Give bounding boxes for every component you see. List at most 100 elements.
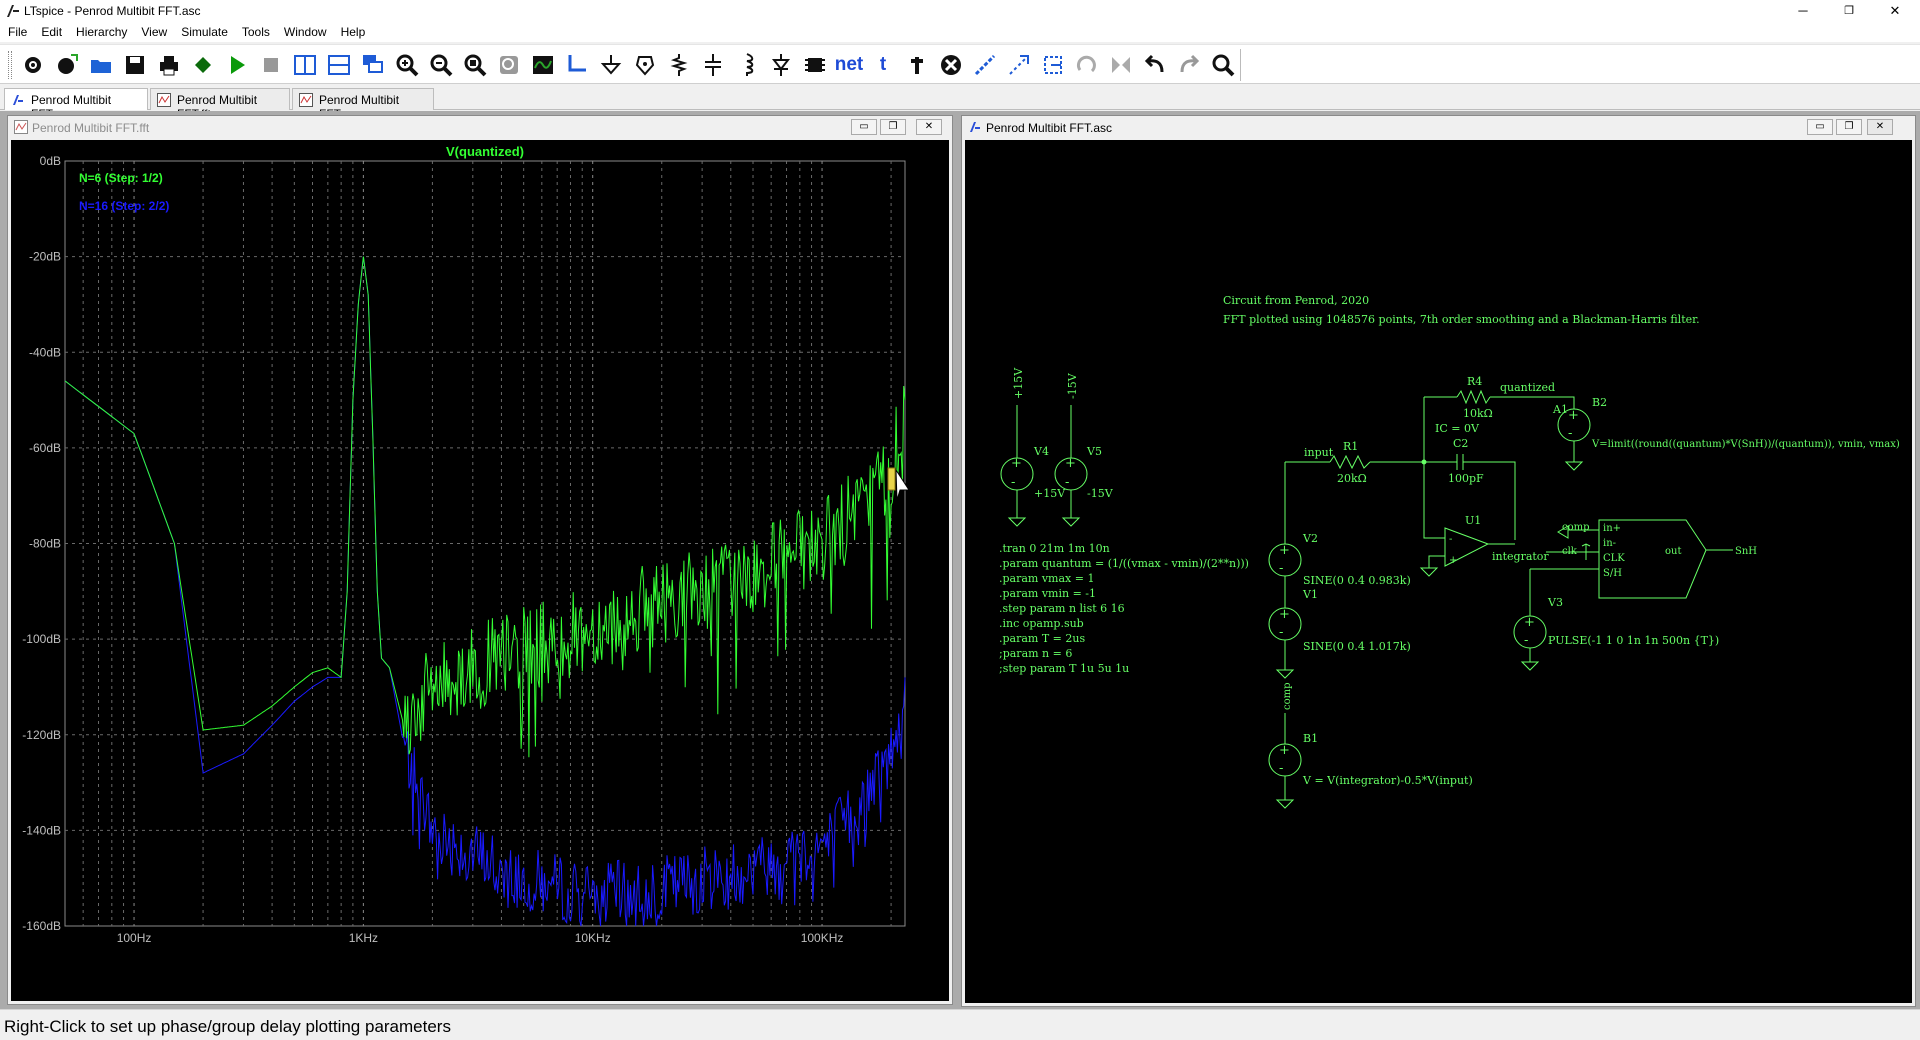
tile-horizontal-tool-button[interactable] [322, 49, 356, 81]
svg-text:+: + [1279, 543, 1290, 558]
undo-icon [1144, 54, 1164, 73]
zoom-in-tool-button[interactable] [390, 49, 424, 81]
autorange-tool-button[interactable] [526, 49, 560, 81]
netname-tool-button[interactable]: net [832, 49, 866, 81]
zoom-out-tool-button[interactable] [424, 49, 458, 81]
resistor-r4[interactable] [1456, 389, 1491, 405]
tile-vertical-tool-button[interactable] [288, 49, 322, 81]
menu-edit[interactable]: Edit [33, 22, 68, 39]
run-tool-button[interactable] [220, 49, 254, 81]
menu-view[interactable]: View [133, 22, 173, 39]
component-tool-button[interactable] [798, 49, 832, 81]
opamp-u1[interactable]: - + [1444, 527, 1490, 567]
drag-tool-button[interactable] [1036, 49, 1070, 81]
maximize-button[interactable]: ❐ [1826, 0, 1872, 22]
schematic-drawing[interactable]: Circuit from Penrod, 2020 FFT plotted us… [965, 140, 1914, 1005]
halt-tool-button[interactable] [186, 49, 220, 81]
tile-vertical-icon [294, 55, 316, 75]
mirror-tool-button[interactable] [1104, 49, 1138, 81]
directive-line: .param vmax = 1 [999, 572, 1094, 585]
menu-window[interactable]: Window [276, 22, 333, 39]
close-button[interactable]: ✕ [1872, 0, 1918, 22]
fft-maximize-button[interactable]: ❐ [880, 119, 906, 135]
open-tool-button[interactable] [84, 49, 118, 81]
toolbar-grip[interactable] [8, 51, 12, 79]
pin-inplus: in+ [1603, 523, 1621, 534]
undo-tool-button[interactable] [1138, 49, 1172, 81]
menu-help[interactable]: Help [333, 22, 372, 39]
netname-icon: net [834, 54, 864, 75]
ltspice-logo-icon [7, 5, 19, 17]
spice-directives[interactable]: .tran 0 21m 1m 10n .param quantum = (1/(… [999, 542, 1249, 675]
redo-tool-button[interactable] [1172, 49, 1206, 81]
zoom-full-tool-button[interactable] [458, 49, 492, 81]
x-tick-label: 1KHz [349, 931, 378, 945]
capacitor-tool-button[interactable] [696, 49, 730, 81]
text-tool-button[interactable]: t [866, 49, 900, 81]
legend-entry[interactable]: N=6 (Step: 1/2) [79, 171, 163, 185]
rotate-tool-button[interactable] [1070, 49, 1104, 81]
voltage-source-v4[interactable]: + - [1000, 405, 1034, 527]
print-tool-button[interactable] [152, 49, 186, 81]
delete-tool-button[interactable] [934, 49, 968, 81]
save-tool-button[interactable] [118, 49, 152, 81]
x-tick-label: 100Hz [117, 931, 152, 945]
zoom-cancel-tool-button[interactable] [492, 49, 526, 81]
ref-r1: R1 [1343, 440, 1358, 453]
ref-r4: R4 [1467, 375, 1482, 388]
resistor-icon [670, 54, 688, 76]
fft-window: Penrod Multibit FFT.fft ▭ ❐ ✕ 100Hz 1KHz 1… [7, 115, 953, 1005]
resistor-r1[interactable] [1329, 454, 1371, 470]
value-v5: -15V [1087, 487, 1114, 500]
find-tool-button[interactable] [1206, 49, 1240, 81]
label-tool-button[interactable] [628, 49, 662, 81]
control-panel-tool-button[interactable] [16, 49, 50, 81]
comment-line: Circuit from Penrod, 2020 [1223, 294, 1369, 307]
fft-chart[interactable]: 100Hz 1KHz 10KHz 100KHz 0dB -20dB -40dB -60dB -8… [11, 140, 951, 1003]
diode-tool-button[interactable] [764, 49, 798, 81]
menu-file[interactable]: File [0, 22, 33, 39]
menu-simulate[interactable]: Simulate [173, 22, 234, 39]
series-line-1[interactable] [64, 256, 906, 758]
inductor-tool-button[interactable] [730, 49, 764, 81]
minimize-button[interactable]: ─ [1780, 0, 1826, 22]
voltage-source-v5[interactable]: + - [1054, 405, 1088, 527]
schematic-window-titlebar[interactable]: Penrod Multibit FFT.asc ▭ ❐ ✕ [962, 116, 1915, 138]
spice-directive-tool-button[interactable] [900, 49, 934, 81]
stop-tool-button[interactable] [254, 49, 288, 81]
fft-minimize-button[interactable]: ▭ [851, 119, 877, 135]
value-v4: +15V [1034, 487, 1066, 500]
schematic-minimize-button[interactable]: ▭ [1807, 119, 1833, 135]
new-schematic-tool-button[interactable] [50, 49, 84, 81]
y-tick-label: -20dB [29, 250, 61, 264]
resistor-tool-button[interactable] [662, 49, 696, 81]
capacitor-c2[interactable] [1456, 454, 1464, 470]
wire-tool-button[interactable] [560, 49, 594, 81]
fft-window-titlebar[interactable]: Penrod Multibit FFT.fft ▭ ❐ ✕ [8, 116, 952, 138]
tab-raw[interactable]: Penrod Multibit FFT.raw [292, 88, 434, 121]
ref-a1: A1 [1552, 403, 1568, 416]
status-bar: Right-Click to set up phase/group delay … [0, 1009, 1920, 1040]
legend-entry[interactable]: N=16 (Step: 2/2) [79, 199, 169, 213]
schematic-canvas[interactable]: Circuit from Penrod, 2020 FFT plotted us… [965, 140, 1912, 1003]
voltage-source-v3[interactable]: + - [1513, 615, 1547, 671]
menu-tools[interactable]: Tools [234, 22, 276, 39]
window-title: LTspice - Penrod Multibit FFT.asc [24, 4, 201, 18]
mirror-icon [1112, 57, 1130, 73]
fft-close-button[interactable]: ✕ [916, 119, 942, 135]
tab-fft[interactable]: Penrod Multibit FFT.fft [150, 88, 290, 121]
directive-line: .step param n list 6 16 [999, 602, 1125, 615]
svg-text:-: - [1449, 534, 1452, 545]
schematic-close-button[interactable]: ✕ [1867, 119, 1893, 135]
tab-schematic[interactable]: Penrod Multibit FFT.asc [4, 88, 148, 121]
voltage-source-v2[interactable]: + - [1268, 543, 1302, 577]
schematic-maximize-button[interactable]: ❐ [1836, 119, 1862, 135]
fft-plot-area[interactable]: 100Hz 1KHz 10KHz 100KHz 0dB -20dB -40dB -60dB -8… [11, 140, 949, 1001]
cascade-tool-button[interactable] [356, 49, 390, 81]
ground-tool-button[interactable] [594, 49, 628, 81]
cursor-marker[interactable] [887, 467, 896, 491]
move-tool-button[interactable] [1002, 49, 1036, 81]
duplicate-tool-button[interactable] [968, 49, 1002, 81]
menu-hierarchy[interactable]: Hierarchy [68, 22, 133, 39]
x-tick-label: 10KHz [575, 931, 611, 945]
